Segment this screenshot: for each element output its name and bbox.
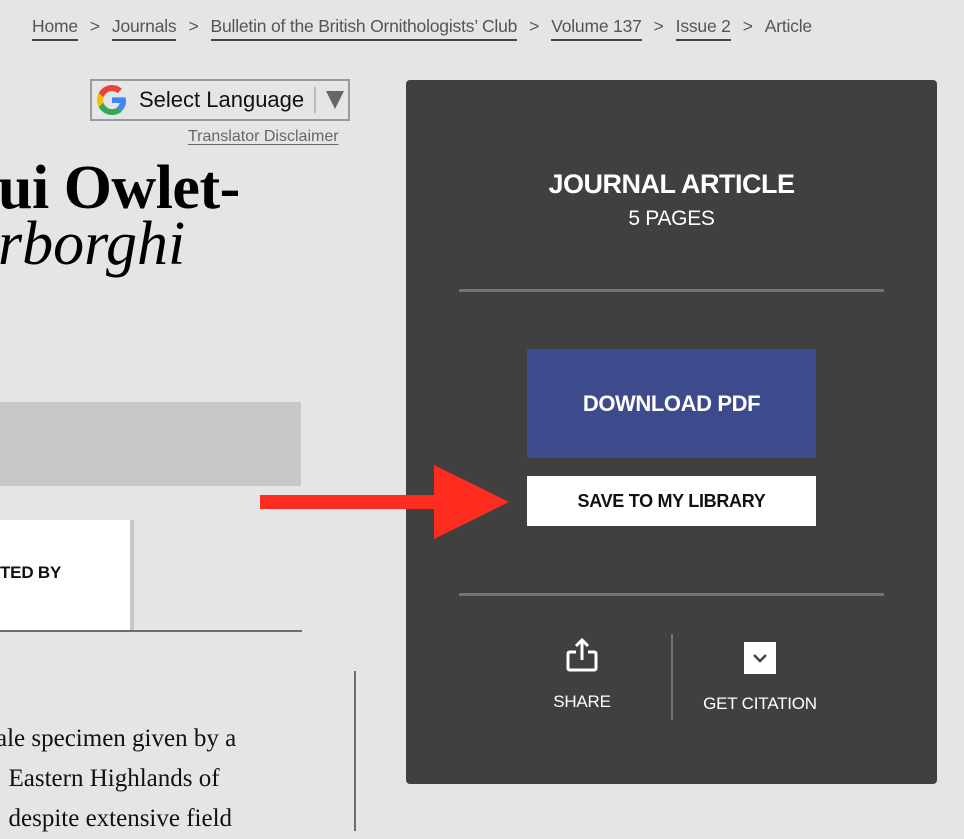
share-button[interactable]: SHARE — [507, 636, 657, 712]
page-count-label: 5 PAGES — [628, 207, 715, 230]
language-select[interactable]: Select Language — [90, 79, 350, 121]
panel-divider-bottom — [459, 593, 884, 596]
tab-authors-label: TED BY — [0, 563, 62, 582]
breadcrumb-issue[interactable]: Issue 2 — [675, 16, 731, 41]
chevron-down-icon — [744, 642, 776, 674]
panel-divider-top — [459, 289, 884, 292]
abstract-line: ale specimen given by a — [0, 725, 237, 752]
article-actions-panel: JOURNAL ARTICLE 5 PAGES DOWNLOAD PDF SAV… — [406, 80, 937, 784]
google-g-icon — [97, 85, 127, 115]
content-divider — [354, 671, 356, 831]
abstract-text: ale specimen given by a Eastern Highland… — [0, 719, 316, 839]
content-placeholder-block — [0, 402, 301, 486]
abstract-line: Eastern Highlands of — [0, 765, 220, 792]
translator-disclaimer-link[interactable]: Translator Disclaimer — [188, 128, 339, 146]
language-select-divider — [314, 87, 317, 113]
get-citation-button[interactable]: GET CITATION — [685, 636, 835, 714]
share-label: SHARE — [553, 692, 611, 711]
breadcrumb-home[interactable]: Home — [32, 16, 78, 41]
breadcrumb-journal[interactable]: Bulletin of the British Ornithologists’ … — [210, 16, 517, 41]
article-type-label: JOURNAL ARTICLE — [548, 169, 795, 199]
breadcrumb-separator: > — [742, 15, 753, 36]
tab-bar-underline — [0, 630, 302, 632]
breadcrumb: Home > Journals > Bulletin of the Britis… — [32, 14, 812, 42]
breadcrumb-journals[interactable]: Journals — [111, 16, 177, 41]
action-divider — [671, 634, 673, 720]
share-icon — [566, 637, 598, 672]
language-select-label: Select Language — [139, 87, 305, 112]
download-pdf-button[interactable]: DOWNLOAD PDF — [527, 349, 816, 458]
get-citation-label: GET CITATION — [703, 694, 817, 713]
abstract-line: despite extensive field — [0, 805, 233, 832]
dropdown-arrow-icon — [326, 91, 345, 109]
article-title-line-1: ui Owlet- — [0, 154, 240, 222]
breadcrumb-separator: > — [89, 15, 100, 36]
article-title: ui Owlet- rborghi — [0, 154, 240, 278]
breadcrumb-volume[interactable]: Volume 137 — [551, 16, 642, 41]
breadcrumb-current: Article — [764, 15, 812, 36]
article-title-line-2: rborghi — [0, 210, 186, 278]
save-to-library-button[interactable]: SAVE TO MY LIBRARY — [527, 476, 816, 526]
breadcrumb-separator: > — [188, 15, 199, 36]
breadcrumb-separator: > — [529, 15, 540, 36]
breadcrumb-separator: > — [653, 15, 664, 36]
